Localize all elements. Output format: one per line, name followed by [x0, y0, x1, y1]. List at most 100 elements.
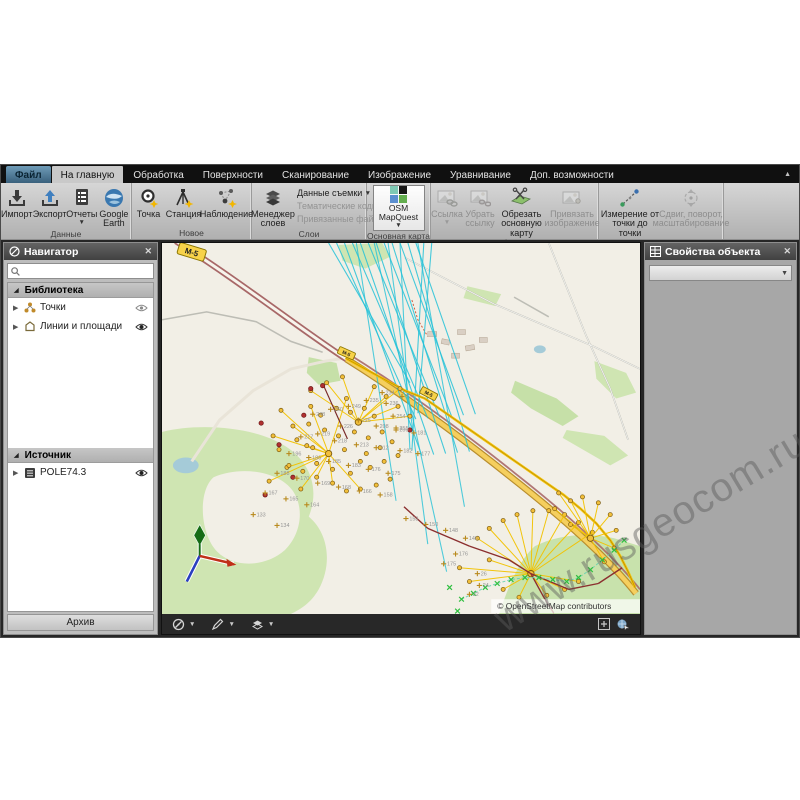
tab-image[interactable]: Изображение: [359, 166, 440, 183]
search-icon: [11, 267, 20, 276]
properties-close-icon[interactable]: ✕: [783, 246, 791, 257]
section-source[interactable]: ◢ Источник: [8, 448, 153, 463]
observation-icon: [216, 186, 238, 209]
map-navigate-tool[interactable]: ▼: [172, 618, 195, 631]
expand-arrow-icon[interactable]: ▶: [13, 469, 20, 477]
google-earth-button[interactable]: Google Earth: [97, 185, 131, 229]
points-item-icon: [24, 302, 36, 313]
search-input[interactable]: [23, 265, 150, 278]
new-observation-button[interactable]: Наблюдение: [203, 185, 251, 219]
import-button[interactable]: Импорт: [1, 185, 32, 219]
export-icon: [39, 186, 61, 209]
dropdown-survey-data[interactable]: Данные съемки▼: [297, 188, 371, 198]
attach-image-button: Привязать изображение: [546, 185, 598, 229]
crop-basemap-button[interactable]: Обрезать основную карту: [497, 185, 546, 238]
tree-item-points[interactable]: ▶ Точки: [8, 298, 153, 317]
measure-point-to-point-button[interactable]: Измерение от точки до точки: [600, 185, 660, 238]
svg-text:164: 164: [310, 503, 319, 509]
tab-extras[interactable]: Доп. возможности: [521, 166, 623, 183]
svg-text:188: 188: [280, 471, 289, 477]
map-layers-tool[interactable]: ▼: [251, 619, 274, 630]
layer-manager-button[interactable]: Менеджер слоев: [254, 185, 292, 229]
export-button[interactable]: Экспорт: [32, 185, 66, 219]
zoom-extents-icon[interactable]: [598, 618, 610, 630]
archive-bar[interactable]: Архив: [7, 614, 154, 631]
dropdown-caret-icon[interactable]: ▼: [189, 621, 195, 628]
import-icon: [6, 186, 28, 209]
tab-home[interactable]: На главную: [52, 166, 124, 183]
osm-mapquest-button[interactable]: OSM MapQuest ▼: [373, 185, 425, 231]
measure-icon: [618, 186, 642, 209]
lines-areas-item-icon: [24, 321, 36, 332]
dropdown-caret-icon[interactable]: ▼: [268, 621, 274, 628]
svg-text:165: 165: [289, 497, 298, 503]
navigator-close-icon[interactable]: ✕: [144, 246, 152, 257]
dropdown-caret-icon[interactable]: ▼: [228, 621, 234, 628]
svg-text:153: 153: [409, 516, 418, 522]
svg-text:774: 774: [405, 394, 414, 400]
group-label-layers: Слои: [252, 229, 366, 239]
pond: [173, 458, 199, 474]
tree-item-lines-areas[interactable]: ▶ Линии и площади: [8, 317, 153, 336]
svg-text:177: 177: [421, 451, 430, 457]
pond: [534, 345, 546, 353]
navigator-header: Навигатор ✕: [4, 243, 157, 260]
svg-text:212: 212: [380, 445, 389, 451]
svg-text:200: 200: [399, 428, 408, 434]
map-canvas[interactable]: 2347742352362492502482542552252262082001…: [162, 243, 640, 614]
object-selector-combobox[interactable]: ▼: [649, 265, 792, 281]
navigator-tree: ◢ Библиотека ▶ Точки ▶ Линии и площади: [7, 282, 154, 612]
ribbon-collapse-icon[interactable]: ▲: [784, 171, 794, 178]
svg-text:176: 176: [372, 467, 381, 473]
svg-text:213: 213: [360, 443, 369, 449]
svg-text:217: 217: [304, 435, 313, 441]
group-label-new: Новое: [132, 228, 251, 239]
visibility-eye-icon[interactable]: [135, 469, 148, 477]
tab-adjustment[interactable]: Уравнивание: [441, 166, 520, 183]
basemap-icon: [390, 186, 407, 203]
basemap-caret: ▼: [395, 223, 401, 230]
application-window: Файл На главную Обработка Поверхности Ск…: [0, 164, 800, 638]
tab-surfaces[interactable]: Поверхности: [194, 166, 272, 183]
tree-item-pole-file[interactable]: ▶ POLE74.3: [8, 463, 153, 482]
svg-text:150: 150: [429, 522, 438, 528]
properties-grid-icon: [650, 246, 661, 257]
link-button: Ссылка ▼: [431, 185, 463, 227]
shift-rotate-scale-button: Сдвиг, поворот, масштабирование: [660, 185, 722, 229]
reports-button[interactable]: Отчеты ▼: [67, 185, 97, 227]
map-view[interactable]: 2347742352362492502482542552252262082001…: [161, 242, 641, 635]
new-point-button[interactable]: Точка: [133, 185, 165, 219]
svg-text:158: 158: [384, 493, 393, 499]
svg-text:254: 254: [396, 414, 405, 420]
combobox-caret-icon: ▼: [781, 270, 788, 277]
ribbon: Импорт Экспорт Отчеты ▼ Google Ear: [1, 183, 799, 240]
ribbon-group-data: Импорт Экспорт Отчеты ▼ Google Ear: [1, 183, 132, 239]
collapse-triangle-icon: ◢: [14, 452, 19, 459]
visibility-eye-icon[interactable]: [135, 304, 148, 312]
map-draw-tool[interactable]: ▼: [211, 618, 234, 631]
tab-processing[interactable]: Обработка: [124, 166, 192, 183]
dropdown-attached-files: Привязанные файлы▼: [297, 214, 371, 224]
navigator-search: [4, 260, 157, 281]
compass-icon: [172, 618, 185, 631]
globe-view-icon[interactable]: [616, 618, 630, 630]
visibility-eye-icon[interactable]: [135, 323, 148, 331]
tab-file[interactable]: Файл: [6, 166, 51, 183]
section-library[interactable]: ◢ Библиотека: [8, 283, 153, 298]
svg-text:175: 175: [391, 471, 400, 477]
svg-text:248: 248: [316, 412, 325, 418]
svg-text:167: 167: [269, 491, 278, 497]
expand-arrow-icon[interactable]: ▶: [13, 323, 20, 331]
ribbon-group-layers: Менеджер слоев Данные съемки▼ Тематическ…: [252, 183, 367, 239]
ribbon-group-new: Точка Станция Наблюдение Новое: [132, 183, 252, 239]
tab-scanning[interactable]: Сканирование: [273, 166, 358, 183]
new-station-button[interactable]: Станция: [165, 185, 203, 219]
ribbon-group-cogo: Измерение от точки до точки Сдвиг, повор…: [599, 183, 724, 239]
source-file-icon: [24, 467, 36, 479]
properties-panel: Свойства объекта ✕ ▼: [644, 242, 797, 635]
shift-rotate-icon: [679, 186, 703, 209]
expand-arrow-icon[interactable]: ▶: [13, 304, 20, 312]
svg-text:169: 169: [321, 481, 330, 487]
ribbon-tab-bar: Файл На главную Обработка Поверхности Ск…: [1, 165, 799, 183]
svg-text:250: 250: [334, 407, 343, 413]
